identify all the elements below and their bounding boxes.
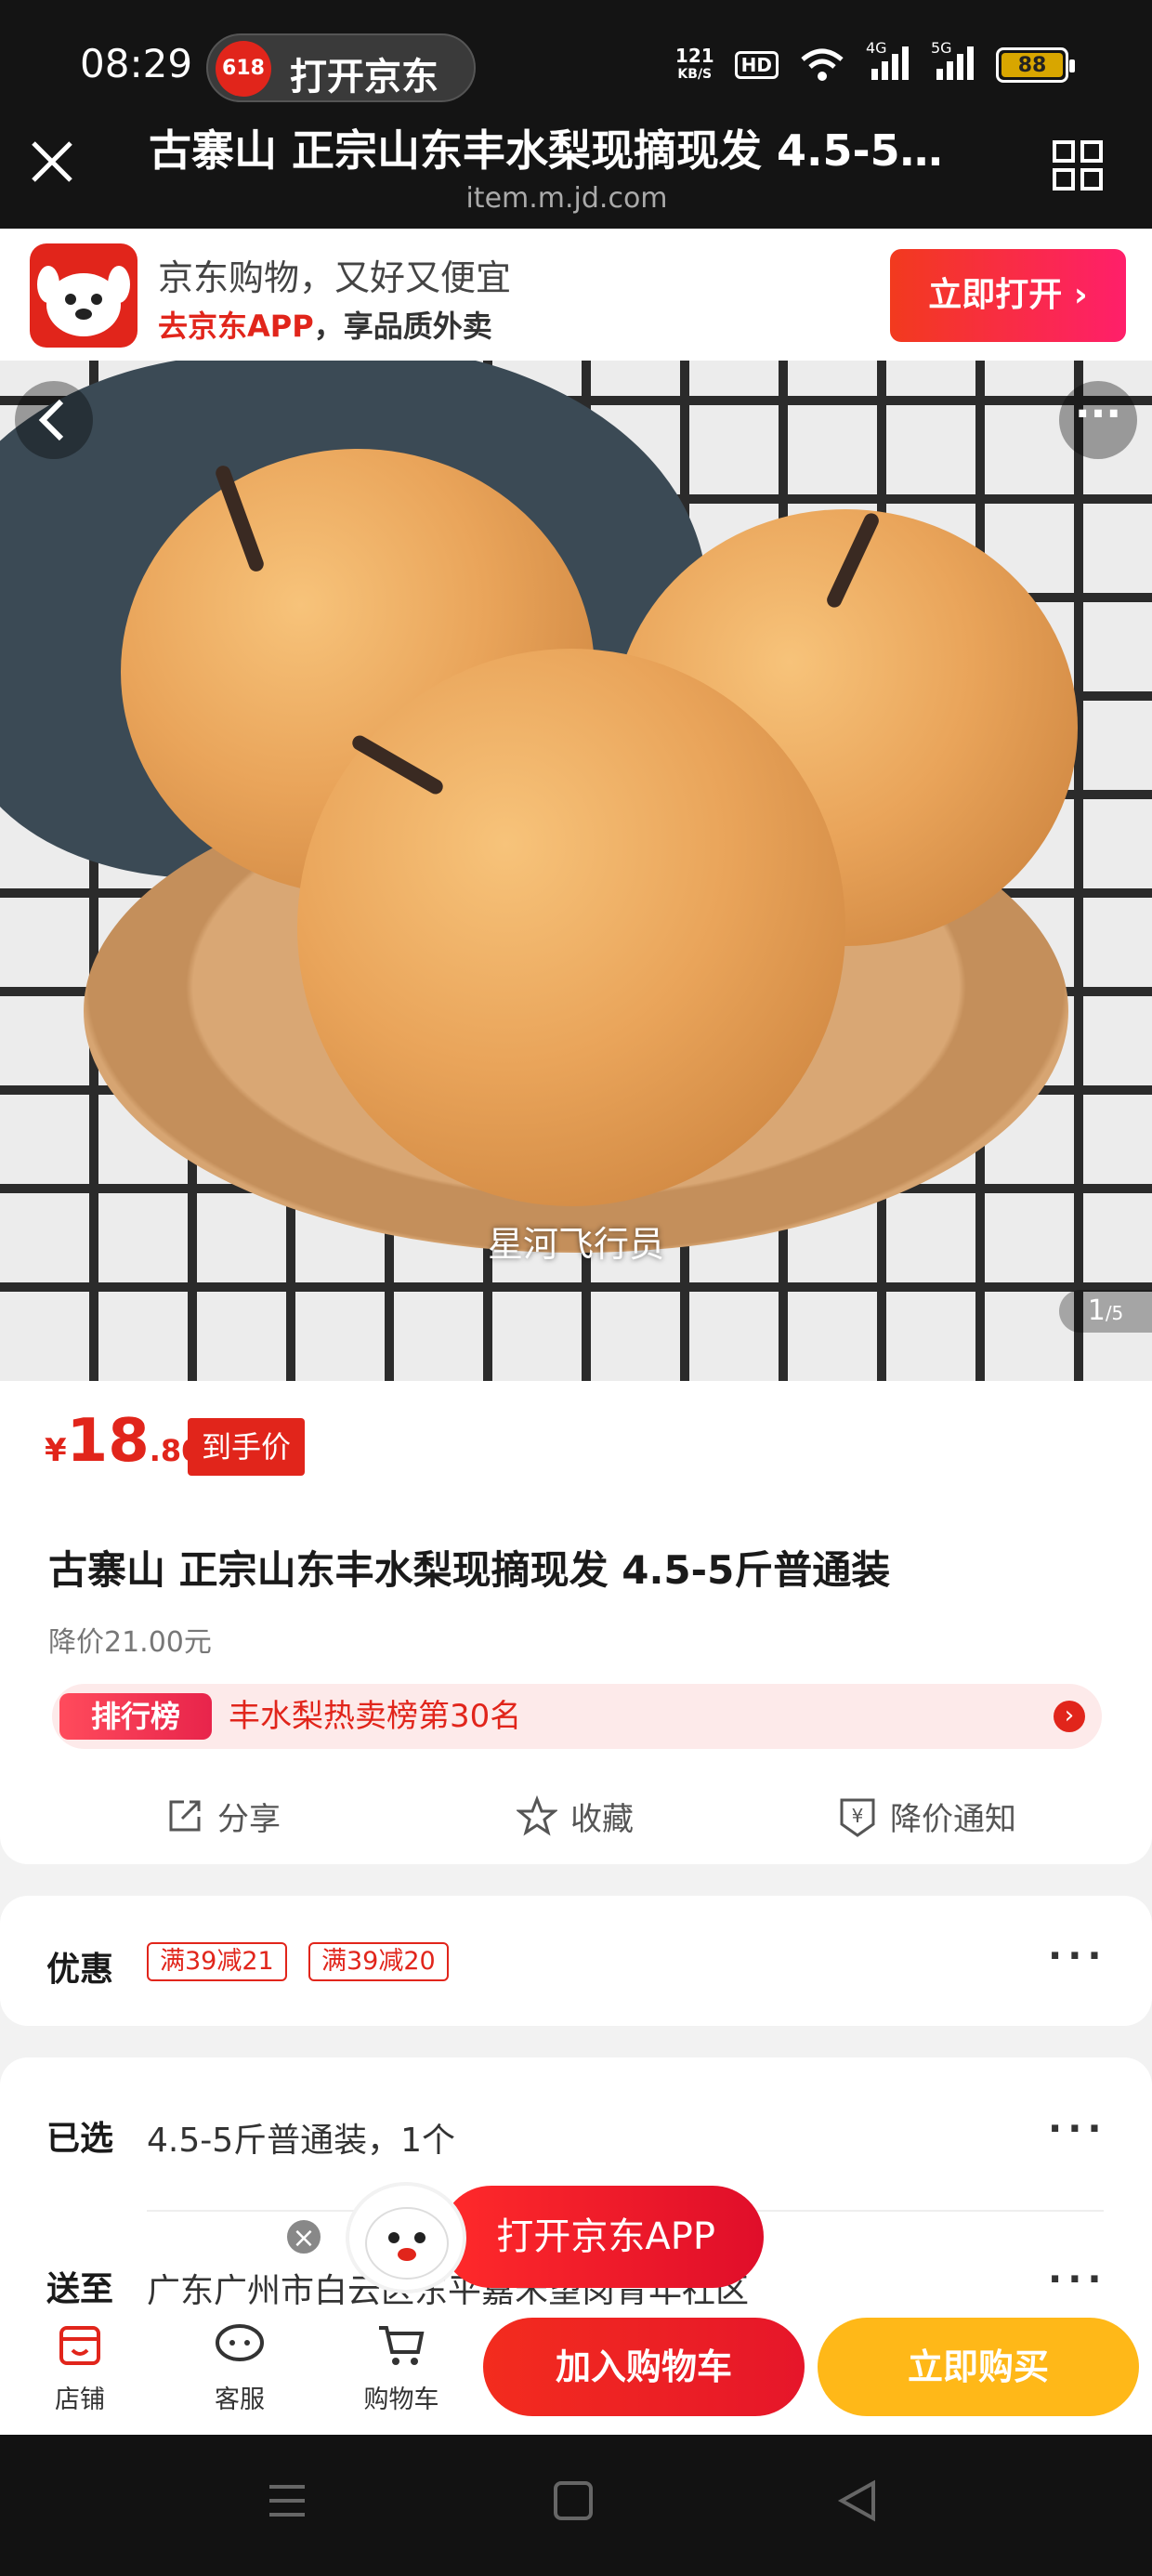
status-icons: 121 KB/S HD 4G 5G 88 (674, 39, 1075, 85)
coupon-tag: 满39减21 (147, 1942, 287, 1981)
promo-card[interactable]: 优惠 满39减21 满39减20 ··· (0, 1896, 1152, 2026)
signal-4g-icon: 4G (866, 39, 910, 85)
share-button[interactable]: 分享 (165, 1788, 281, 1844)
selected-label: 已选 (46, 2120, 114, 2158)
bottom-action-bar: 店铺 客服 购物车 加入购物车 立即购买 (0, 2305, 1152, 2435)
favorite-label: 收藏 (570, 1800, 634, 1838)
service-tab[interactable]: 客服 (184, 2316, 295, 2415)
product-title: 古寨山 正宗山东丰水梨现摘现发 4.5-5斤普通装 (48, 1547, 891, 1593)
open-now-button[interactable]: 立即打开 › (890, 249, 1126, 342)
jd-mascot-icon (346, 2182, 466, 2293)
close-float-icon[interactable]: × (284, 2217, 323, 2256)
jd-618-icon: 618 (216, 41, 271, 97)
image-pager: 1/5 (1059, 1290, 1152, 1333)
store-icon (59, 2326, 100, 2365)
store-label: 店铺 (55, 2385, 105, 2414)
chevron-right-icon: › (1054, 1701, 1085, 1732)
clock: 08:29 (80, 41, 193, 86)
final-price-tag: 到手价 (188, 1418, 305, 1476)
store-tab[interactable]: 店铺 (24, 2316, 136, 2415)
page-title: 古寨山 正宗山东丰水梨现摘现发 4.5-5斤... (149, 125, 985, 176)
menu-grid-icon[interactable] (1052, 139, 1104, 191)
share-icon (169, 1800, 201, 1832)
net-speed-indicator: 121 KB/S (674, 45, 714, 82)
close-icon[interactable] (28, 138, 76, 186)
open-jd-pill[interactable]: 618 打开京东 (206, 33, 476, 102)
app-promo-banner[interactable]: 京东购物，又好又便宜 去京东APP，享品质外卖 立即打开 › (0, 229, 1152, 361)
page-url: item.m.jd.com (465, 182, 668, 215)
signal-5g-icon: 5G (931, 39, 975, 85)
product-info-card: ¥18.80 到手价 古寨山 正宗山东丰水梨现摘现发 4.5-5斤普通装 降价2… (0, 1381, 1152, 1864)
share-label: 分享 (217, 1800, 281, 1838)
price-drop-text: 降价21.00元 (48, 1626, 212, 1659)
cart-tab[interactable]: 购物车 (346, 2316, 457, 2415)
menu-icon[interactable] (266, 2479, 308, 2522)
selected-value: 4.5-5斤普通装，1个 (147, 2122, 456, 2160)
cart-icon (379, 2326, 425, 2365)
hd-icon: HD (734, 51, 779, 79)
price-alert-button[interactable]: ¥ 降价通知 (838, 1788, 1016, 1844)
ranking-bar[interactable]: 排行榜 丰水梨热卖榜第30名 › (52, 1684, 1102, 1749)
ranking-badge: 排行榜 (59, 1693, 212, 1740)
image-watermark: 星河飞行员 (487, 1224, 664, 1265)
system-navigation-bar (0, 2435, 1152, 2576)
service-label: 客服 (215, 2385, 265, 2414)
more-dots-icon: ··· (1048, 2108, 1107, 2150)
ship-to-label: 送至 (46, 2270, 114, 2308)
jd-dog-logo-icon (30, 243, 137, 348)
product-image-carousel[interactable]: ··· 星河飞行员 1/5 (0, 361, 1152, 1381)
more-options-button[interactable]: ··· (1059, 381, 1137, 459)
wifi-icon (801, 48, 844, 81)
browser-header: 08:29 618 打开京东 121 KB/S HD 4G 5G 88 古寨山 正… (0, 0, 1152, 229)
svg-text:¥: ¥ (852, 1805, 864, 1827)
promo-label: 优惠 (46, 1951, 114, 1989)
favorite-button[interactable]: 收藏 (517, 1788, 634, 1844)
banner-subtext: 去京东APP，享品质外卖 (158, 309, 492, 344)
ranking-text: 丰水梨热卖榜第30名 (229, 1698, 522, 1735)
open-jd-pill-label: 打开京东 (290, 56, 439, 99)
buy-now-button[interactable]: 立即购买 (818, 2318, 1139, 2416)
star-icon (517, 1795, 557, 1836)
chevron-left-icon (38, 399, 64, 441)
price-alert-icon: ¥ (840, 1798, 875, 1837)
banner-slogan: 京东购物，又好又便宜 (158, 257, 512, 298)
cart-label: 购物车 (363, 2385, 439, 2414)
more-dots-icon: ··· (1048, 1935, 1107, 1978)
back-button[interactable] (15, 381, 93, 459)
price: ¥18.80 (45, 1407, 203, 1476)
chat-icon (216, 2324, 264, 2361)
back-icon[interactable] (836, 2479, 879, 2522)
battery-icon: 88 (996, 47, 1075, 83)
pear-image (297, 649, 845, 1206)
add-to-cart-button[interactable]: 加入购物车 (483, 2318, 805, 2416)
open-jd-app-float-button[interactable]: 打开京东APP (440, 2186, 764, 2288)
coupon-tag: 满39减20 (308, 1942, 449, 1981)
more-dots-icon: ··· (1048, 2258, 1107, 2301)
price-alert-label: 降价通知 (890, 1800, 1016, 1838)
home-icon[interactable] (552, 2479, 595, 2522)
